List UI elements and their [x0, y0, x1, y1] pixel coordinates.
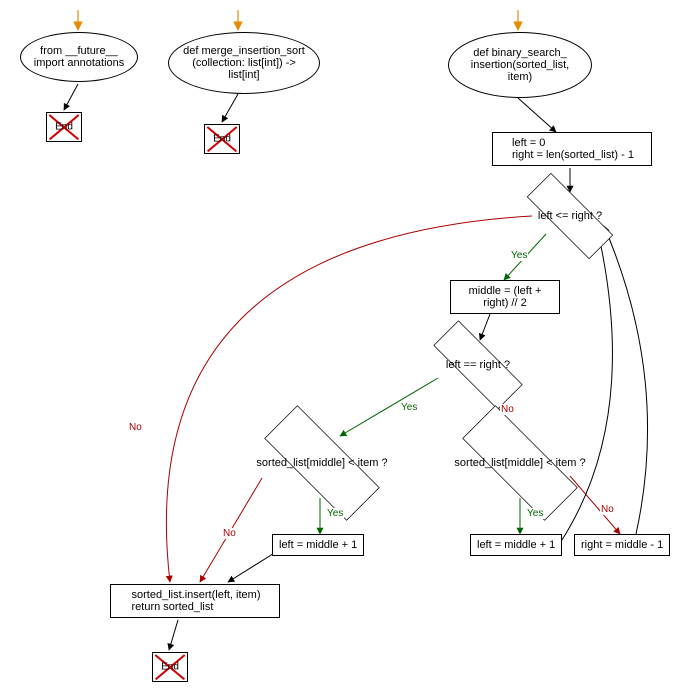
label-yes-cmp-a: Yes [326, 508, 344, 519]
label-no-cmp-a: No [222, 528, 237, 539]
final-text: sorted_list.insert(left, item) return so… [132, 589, 261, 613]
eq-cond-text: left == right ? [446, 359, 510, 371]
label-yes-cmp-b: Yes [526, 508, 544, 519]
func3-def-text: def binary_search_ insertion(sorted_list… [459, 47, 581, 83]
right-mid-minus-text: right = middle - 1 [581, 539, 663, 551]
eq-cond-diamond: left == right ? [414, 340, 542, 390]
final-rect: sorted_list.insert(left, item) return so… [110, 584, 280, 618]
label-no-loop: No [128, 422, 143, 433]
label-no-eq: No [500, 404, 515, 415]
middle-assign-rect: middle = (left + right) // 2 [450, 280, 560, 314]
label-no-cmp-b: No [600, 504, 615, 515]
left-mid-plus-b-text: left = middle + 1 [477, 539, 555, 551]
left-mid-plus-b-rect: left = middle + 1 [470, 534, 562, 556]
func1-end-terminal: End [46, 112, 82, 142]
init-text: left = 0 right = len(sorted_list) - 1 [512, 137, 634, 161]
func3-end-terminal: End [152, 652, 188, 682]
label-yes-eq: Yes [400, 402, 418, 413]
middle-assign-text: middle = (left + right) // 2 [457, 285, 553, 309]
func2-end-terminal: End [204, 124, 240, 154]
cmp-b-text: sorted_list[middle] < item ? [454, 457, 585, 469]
func2-def-text: def merge_insertion_sort (collection: li… [179, 45, 309, 81]
func2-def-ellipse: def merge_insertion_sort (collection: li… [168, 32, 320, 94]
right-mid-minus-rect: right = middle - 1 [574, 534, 670, 556]
func1-def-ellipse: from __future__ import annotations [20, 32, 138, 82]
left-mid-plus-a-rect: left = middle + 1 [272, 534, 364, 556]
left-mid-plus-a-text: left = middle + 1 [279, 539, 357, 551]
func3-end-text: End [161, 662, 179, 673]
init-rect: left = 0 right = len(sorted_list) - 1 [492, 132, 652, 166]
cmp-a-text: sorted_list[middle] < item ? [256, 457, 387, 469]
cmp-a-diamond: sorted_list[middle] < item ? [240, 430, 404, 496]
func3-def-ellipse: def binary_search_ insertion(sorted_list… [448, 32, 592, 98]
func1-def-text: from __future__ import annotations [31, 45, 127, 69]
label-yes-1: Yes [510, 250, 528, 261]
loop-cond-text: left <= right ? [538, 210, 602, 222]
loop-cond-diamond: left <= right ? [508, 192, 632, 240]
edges-layer [0, 0, 686, 694]
func1-end-text: End [55, 122, 73, 133]
func2-end-text: End [213, 134, 231, 145]
cmp-b-diamond: sorted_list[middle] < item ? [438, 430, 602, 496]
